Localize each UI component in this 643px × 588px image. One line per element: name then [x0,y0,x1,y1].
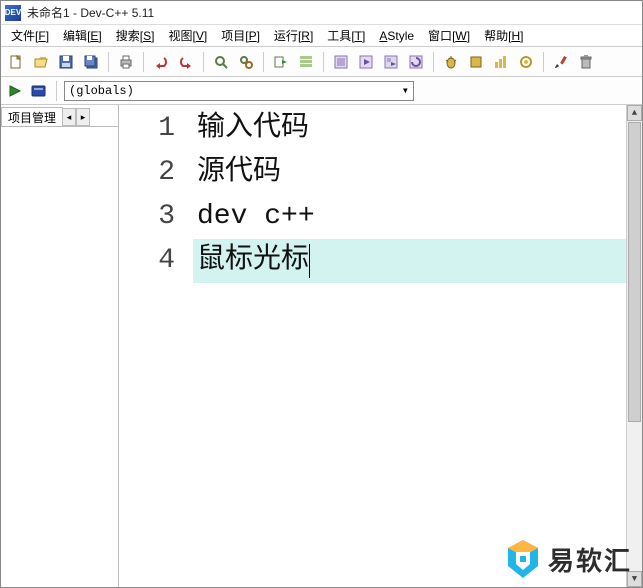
scroll-down-icon[interactable]: ▼ [627,571,642,587]
window-title: 未命名1 - Dev-C++ 5.11 [27,4,154,21]
code-text: 输入代码 [197,107,309,151]
print-icon[interactable] [115,51,137,73]
line-number: 4 [119,239,175,283]
replace-icon[interactable] [235,51,257,73]
menu-run[interactable]: 运行[R] [268,25,319,46]
code-line[interactable]: 鼠标光标 [193,239,642,283]
code-line[interactable]: 源代码 [193,151,642,195]
menu-astyle[interactable]: AStyle [373,27,420,45]
find-icon[interactable] [210,51,232,73]
save-all-icon[interactable] [80,51,102,73]
rebuild-icon[interactable] [405,51,427,73]
separator [56,81,57,101]
profile-icon[interactable] [490,51,512,73]
goto-icon[interactable] [270,51,292,73]
tab-project-manager[interactable]: 项目管理 [1,107,63,126]
line-number: 1 [119,107,175,151]
tab-nav-right[interactable]: ▸ [76,108,90,126]
menu-file[interactable]: 文件[F] [5,25,55,46]
line-gutter: 1234 [119,105,193,587]
code-text: 鼠标光标 [197,239,309,283]
content-area: 项目管理 ◂ ▸ 1234 输入代码源代码dev c++鼠标光标 ▲ ▼ [1,105,642,587]
app-icon: DEV [5,5,21,21]
menu-help[interactable]: 帮助[H] [478,25,529,46]
scope-label: (globals) [69,84,134,98]
line-number: 2 [119,151,175,195]
trash-icon[interactable] [575,51,597,73]
run-icon[interactable] [355,51,377,73]
separator [143,52,144,72]
toolbar [1,47,642,77]
attach-icon[interactable] [515,51,537,73]
code-area[interactable]: 输入代码源代码dev c++鼠标光标 [193,105,642,283]
compile-icon[interactable] [330,51,352,73]
save-icon[interactable] [55,51,77,73]
secondary-toolbar: (globals) ▾ [1,77,642,105]
vertical-scrollbar[interactable]: ▲ ▼ [626,105,642,587]
separator [323,52,324,72]
code-text: 源代码 [197,151,281,195]
text-cursor [309,244,310,278]
sidebar: 项目管理 ◂ ▸ [1,105,119,587]
menu-project[interactable]: 项目[P] [215,25,266,46]
redo-icon[interactable] [175,51,197,73]
separator [433,52,434,72]
code-line[interactable]: 输入代码 [193,107,642,151]
menu-tools[interactable]: 工具[T] [321,25,371,46]
go-icon[interactable] [5,81,25,101]
compile-run-icon[interactable] [380,51,402,73]
code-text: dev c++ [197,195,315,239]
debug-icon[interactable] [440,51,462,73]
undo-icon[interactable] [150,51,172,73]
book-icon[interactable] [29,81,49,101]
sidebar-tabs: 项目管理 ◂ ▸ [1,105,118,127]
menu-search[interactable]: 搜索[S] [110,25,161,46]
tab-nav-left[interactable]: ◂ [62,108,76,126]
scroll-thumb[interactable] [628,122,641,422]
line-number: 3 [119,195,175,239]
menu-edit[interactable]: 编辑[E] [57,25,108,46]
separator [108,52,109,72]
separator [543,52,544,72]
titlebar: DEV 未命名1 - Dev-C++ 5.11 [1,1,642,25]
code-line[interactable]: dev c++ [193,195,642,239]
menu-window[interactable]: 窗口[W] [422,25,476,46]
separator [203,52,204,72]
new-file-icon[interactable] [5,51,27,73]
stop-debug-icon[interactable] [465,51,487,73]
chevron-down-icon: ▾ [402,83,409,98]
menubar: 文件[F] 编辑[E] 搜索[S] 视图[V] 项目[P] 运行[R] 工具[T… [1,25,642,47]
brush-icon[interactable] [550,51,572,73]
scope-dropdown[interactable]: (globals) ▾ [64,81,414,101]
menu-view[interactable]: 视图[V] [162,25,213,46]
separator [263,52,264,72]
open-icon[interactable] [30,51,52,73]
scroll-up-icon[interactable]: ▲ [627,105,642,121]
code-editor[interactable]: 1234 输入代码源代码dev c++鼠标光标 ▲ ▼ [119,105,642,587]
bookmark-icon[interactable] [295,51,317,73]
